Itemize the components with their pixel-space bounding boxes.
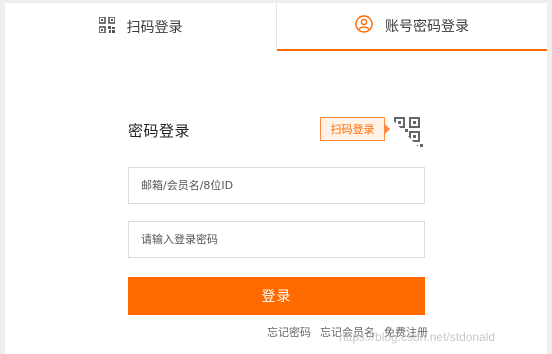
qr-switch-corner-icon[interactable] (389, 116, 425, 154)
tab-password-label: 账号密码登录 (385, 19, 469, 35)
tab-qr-label: 扫码登录 (126, 20, 183, 36)
username-input[interactable] (128, 167, 425, 204)
form-title: 密码登录 (128, 122, 191, 140)
qr-code-icon (97, 16, 116, 37)
watermark: https://blog.csdn.net/stdonald (339, 330, 496, 344)
login-button[interactable]: 登录 (128, 277, 425, 315)
tab-password-login[interactable]: 账号密码登录 (277, 3, 547, 51)
qr-login-tip[interactable]: 扫码登录 (320, 117, 390, 141)
password-input[interactable] (128, 221, 425, 258)
login-tabs: 扫码登录 账号密码登录 (5, 3, 547, 51)
user-icon (355, 15, 373, 37)
login-panel: 扫码登录 账号密码登录 密码登录 扫码登录 邮箱/会员名/8位ID 登录 忘记密… (5, 3, 547, 354)
tab-qr-login[interactable]: 扫码登录 (5, 3, 277, 51)
forgot-password-link[interactable]: 忘记密码 (267, 324, 311, 340)
